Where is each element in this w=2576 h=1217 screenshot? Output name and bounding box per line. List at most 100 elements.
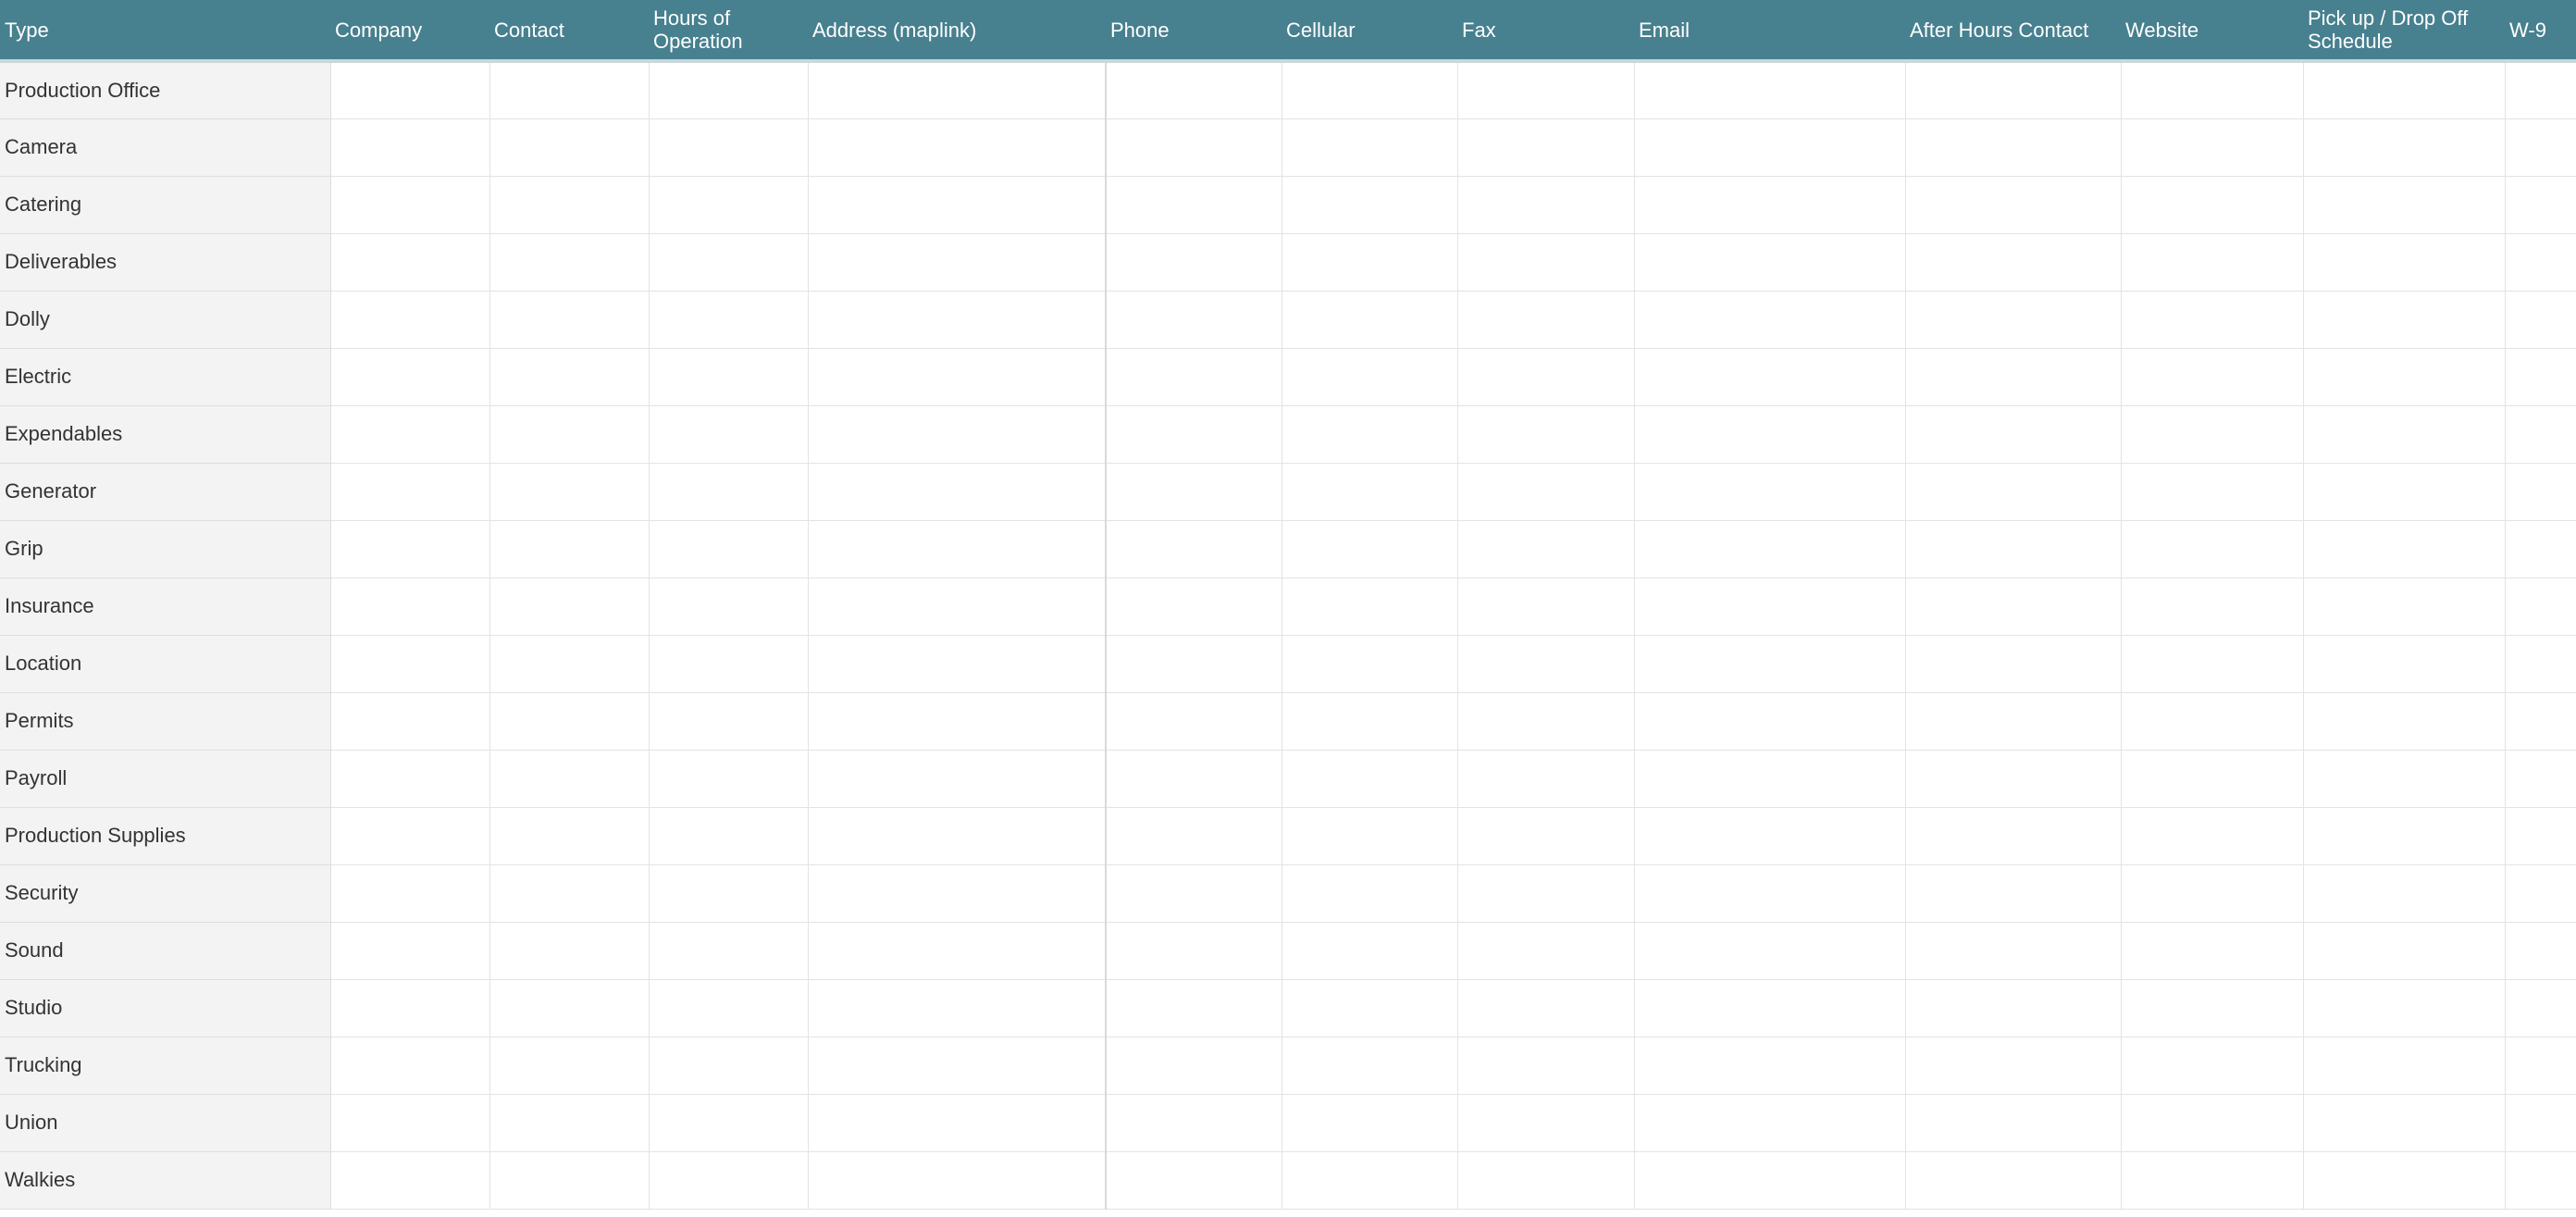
table-cell[interactable]	[1106, 1151, 1282, 1210]
table-cell[interactable]	[1106, 61, 1282, 119]
table-cell[interactable]	[808, 405, 1107, 464]
table-cell[interactable]	[1905, 577, 2122, 636]
table-cell[interactable]	[330, 1151, 490, 1210]
table-cell[interactable]	[1106, 922, 1282, 980]
row-type-label[interactable]: Insurance	[0, 577, 331, 636]
row-type-label[interactable]: Expendables	[0, 405, 331, 464]
row-type-label[interactable]: Security	[0, 864, 331, 923]
table-cell[interactable]	[649, 118, 809, 177]
table-cell[interactable]	[2121, 979, 2304, 1037]
table-cell[interactable]	[489, 405, 650, 464]
table-cell[interactable]	[2121, 635, 2304, 693]
table-cell[interactable]	[2505, 1037, 2576, 1095]
row-type-label[interactable]: Catering	[0, 176, 331, 234]
table-cell[interactable]	[808, 864, 1107, 923]
table-cell[interactable]	[2505, 118, 2576, 177]
table-cell[interactable]	[2505, 922, 2576, 980]
table-cell[interactable]	[1457, 864, 1635, 923]
table-cell[interactable]	[1106, 405, 1282, 464]
table-cell[interactable]	[1282, 692, 1458, 751]
column-header-address-maplink[interactable]: Address (maplink)	[808, 0, 1106, 63]
table-cell[interactable]	[649, 750, 809, 808]
table-cell[interactable]	[2303, 1151, 2506, 1210]
table-cell[interactable]	[2303, 1037, 2506, 1095]
table-cell[interactable]	[2303, 922, 2506, 980]
table-cell[interactable]	[2121, 922, 2304, 980]
table-cell[interactable]	[2303, 61, 2506, 119]
table-cell[interactable]	[489, 348, 650, 406]
table-cell[interactable]	[1905, 463, 2122, 521]
table-cell[interactable]	[1905, 750, 2122, 808]
table-cell[interactable]	[1282, 233, 1458, 292]
table-cell[interactable]	[1282, 463, 1458, 521]
table-cell[interactable]	[649, 922, 809, 980]
table-cell[interactable]	[1905, 520, 2122, 578]
table-cell[interactable]	[489, 176, 650, 234]
table-cell[interactable]	[2121, 692, 2304, 751]
table-cell[interactable]	[1905, 1094, 2122, 1152]
table-cell[interactable]	[2505, 348, 2576, 406]
table-cell[interactable]	[1905, 176, 2122, 234]
table-cell[interactable]	[808, 577, 1107, 636]
table-cell[interactable]	[649, 692, 809, 751]
table-cell[interactable]	[489, 61, 650, 119]
table-cell[interactable]	[1457, 118, 1635, 177]
table-cell[interactable]	[1905, 291, 2122, 349]
table-cell[interactable]	[1106, 1037, 1282, 1095]
column-header-email[interactable]: Email	[1634, 0, 1905, 63]
table-cell[interactable]	[808, 176, 1107, 234]
table-cell[interactable]	[2121, 463, 2304, 521]
table-cell[interactable]	[1282, 922, 1458, 980]
table-cell[interactable]	[330, 176, 490, 234]
table-cell[interactable]	[1905, 233, 2122, 292]
table-cell[interactable]	[1634, 463, 1906, 521]
table-cell[interactable]	[330, 577, 490, 636]
table-cell[interactable]	[1106, 233, 1282, 292]
table-cell[interactable]	[1905, 635, 2122, 693]
table-cell[interactable]	[1282, 864, 1458, 923]
table-cell[interactable]	[2121, 118, 2304, 177]
table-cell[interactable]	[2505, 291, 2576, 349]
column-header-pick-up-drop-off-schedule[interactable]: Pick up / Drop Off Schedule	[2303, 0, 2505, 63]
table-cell[interactable]	[1634, 577, 1906, 636]
table-cell[interactable]	[2505, 405, 2576, 464]
table-cell[interactable]	[1106, 463, 1282, 521]
table-cell[interactable]	[489, 864, 650, 923]
table-cell[interactable]	[2303, 463, 2506, 521]
table-cell[interactable]	[1106, 864, 1282, 923]
table-cell[interactable]	[2505, 463, 2576, 521]
table-cell[interactable]	[1282, 1094, 1458, 1152]
column-header-website[interactable]: Website	[2121, 0, 2303, 63]
table-cell[interactable]	[1106, 635, 1282, 693]
table-cell[interactable]	[649, 1151, 809, 1210]
table-cell[interactable]	[1457, 233, 1635, 292]
table-cell[interactable]	[2121, 405, 2304, 464]
table-cell[interactable]	[489, 577, 650, 636]
column-header-phone[interactable]: Phone	[1106, 0, 1282, 63]
table-cell[interactable]	[1282, 291, 1458, 349]
table-cell[interactable]	[1106, 291, 1282, 349]
table-cell[interactable]	[649, 979, 809, 1037]
table-cell[interactable]	[1106, 520, 1282, 578]
table-cell[interactable]	[2505, 61, 2576, 119]
table-cell[interactable]	[2505, 176, 2576, 234]
column-header-fax[interactable]: Fax	[1457, 0, 1634, 63]
table-cell[interactable]	[649, 463, 809, 521]
table-cell[interactable]	[2303, 635, 2506, 693]
table-cell[interactable]	[2505, 635, 2576, 693]
table-cell[interactable]	[330, 1037, 490, 1095]
row-type-label[interactable]: Trucking	[0, 1037, 331, 1095]
table-cell[interactable]	[808, 979, 1107, 1037]
table-cell[interactable]	[330, 864, 490, 923]
table-cell[interactable]	[1634, 348, 1906, 406]
table-cell[interactable]	[1282, 520, 1458, 578]
table-cell[interactable]	[808, 348, 1107, 406]
table-cell[interactable]	[489, 922, 650, 980]
table-cell[interactable]	[2505, 520, 2576, 578]
table-cell[interactable]	[1905, 1037, 2122, 1095]
table-cell[interactable]	[330, 520, 490, 578]
table-cell[interactable]	[1905, 979, 2122, 1037]
table-cell[interactable]	[489, 291, 650, 349]
table-cell[interactable]	[808, 750, 1107, 808]
table-cell[interactable]	[1457, 979, 1635, 1037]
